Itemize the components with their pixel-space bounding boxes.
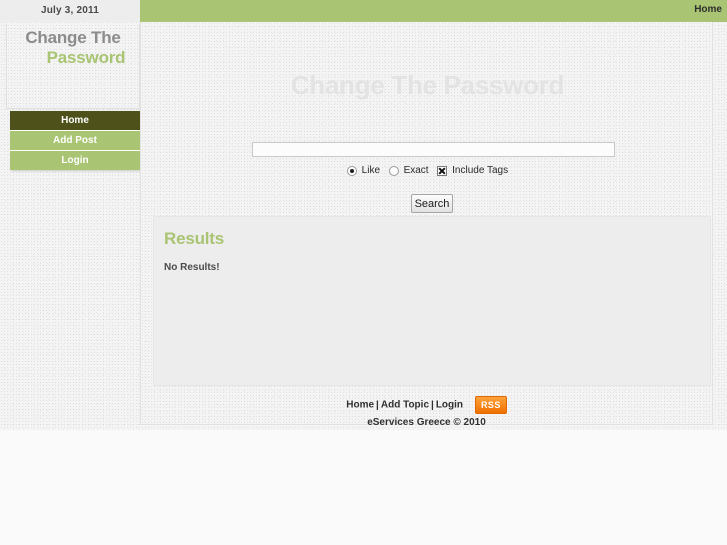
main-content: Change The Password Like Exact Include T… bbox=[140, 22, 713, 425]
checkbox-include-tags-icon[interactable] bbox=[437, 165, 448, 176]
search-input[interactable] bbox=[252, 142, 615, 157]
sidebar-item-add-post[interactable]: Add Post bbox=[10, 131, 140, 151]
search-options: Like Exact Include Tags bbox=[141, 165, 714, 176]
rss-badge[interactable]: RSS bbox=[475, 396, 507, 414]
radio-like-icon[interactable] bbox=[346, 165, 357, 176]
footer-separator-2: | bbox=[431, 399, 434, 411]
option-exact-label: Exact bbox=[403, 165, 429, 176]
footer-separator-1: | bbox=[376, 399, 379, 411]
current-date: July 3, 2011 bbox=[40, 5, 99, 16]
page-title: Change The Password bbox=[290, 70, 565, 100]
results-panel: Results No Results! bbox=[153, 216, 711, 386]
logo-line-1: Change The bbox=[25, 28, 121, 47]
top-bar: July 3, 2011 Home bbox=[0, 0, 727, 22]
search-button[interactable]: Search bbox=[411, 194, 453, 213]
sidebar-item-home[interactable]: Home bbox=[10, 111, 140, 131]
results-heading: Results bbox=[164, 229, 225, 248]
option-include-tags[interactable]: Include Tags bbox=[437, 165, 508, 176]
footer: Home | Add Topic | Login RSS eServices Greece… bbox=[140, 396, 713, 428]
page-background-below bbox=[0, 430, 727, 545]
footer-link-add-topic[interactable]: Add Topic bbox=[381, 400, 429, 411]
option-include-tags-label: Include Tags bbox=[452, 165, 509, 176]
date-bar: July 3, 2011 bbox=[0, 0, 140, 22]
top-green-bar: Home bbox=[140, 0, 727, 22]
top-home-link[interactable]: Home bbox=[694, 0, 722, 20]
site-logo: Change The Password bbox=[6, 24, 140, 109]
logo-line-2: Password bbox=[46, 48, 126, 67]
sidebar-nav: Home Add Post Login bbox=[10, 111, 140, 170]
option-exact[interactable]: Exact bbox=[388, 165, 429, 176]
footer-links: Home | Add Topic | Login RSS bbox=[140, 396, 713, 414]
radio-exact-icon[interactable] bbox=[388, 165, 399, 176]
footer-link-home[interactable]: Home bbox=[346, 400, 374, 411]
copyright-text: eServices Greece © 2010 bbox=[367, 417, 486, 428]
page-container: July 3, 2011 Home Change The Password Ho… bbox=[0, 0, 727, 430]
sidebar-item-login[interactable]: Login bbox=[10, 151, 140, 170]
option-like[interactable]: Like bbox=[346, 165, 381, 176]
results-empty-message: No Results! bbox=[164, 262, 220, 273]
option-like-label: Like bbox=[361, 165, 381, 176]
footer-link-login[interactable]: Login bbox=[436, 400, 463, 411]
